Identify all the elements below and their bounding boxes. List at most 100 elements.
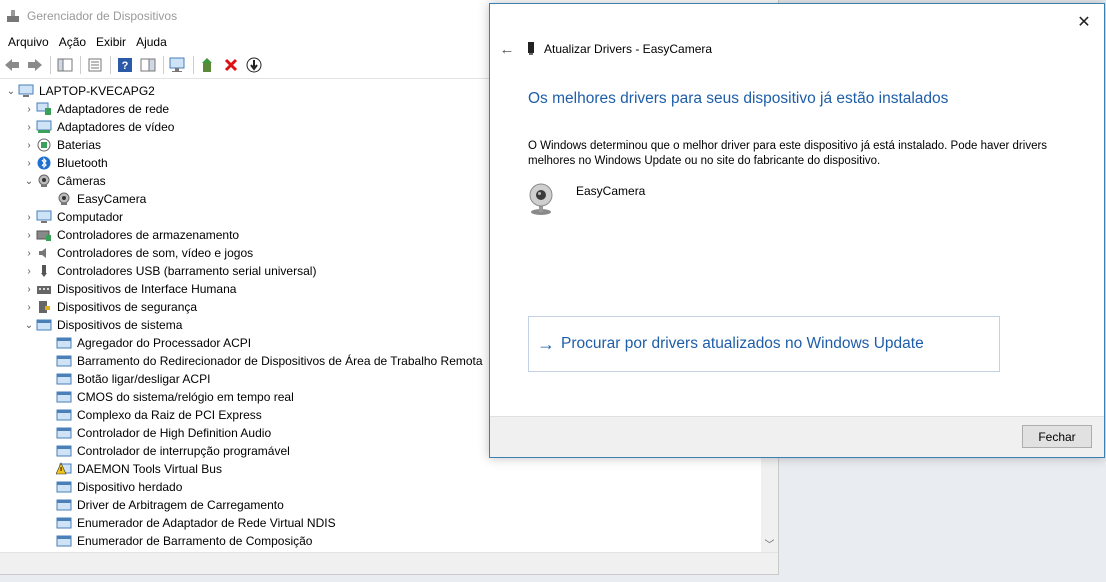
chevron-right-icon[interactable]: › [22, 244, 36, 262]
dialog-description: O Windows determinou que o melhor driver… [528, 140, 1048, 167]
chevron-right-icon[interactable]: › [22, 280, 36, 298]
tree-item-label: EasyCamera [77, 192, 147, 206]
usb-icon [36, 263, 52, 279]
tree-item-label: DAEMON Tools Virtual Bus [77, 462, 222, 476]
tree-item-label: Enumerador de Barramento de Composição [77, 534, 313, 548]
show-hide-console-tree-icon[interactable] [55, 55, 75, 75]
tree-item-label: Barramento do Redirecionador de Disposit… [77, 354, 483, 368]
chevron-right-icon[interactable]: › [22, 100, 36, 118]
device-manager-icon [6, 9, 20, 23]
tree-item-label: Baterias [57, 138, 102, 152]
keyboard-icon [36, 281, 52, 297]
chevron-right-icon[interactable]: › [22, 226, 36, 244]
display-adapter-icon [36, 119, 52, 135]
dialog-title: Atualizar Drivers - EasyCamera [544, 42, 713, 56]
tree-child-item[interactable]: Driver de Arbitragem de Carregamento [0, 496, 760, 514]
uninstall-device-icon[interactable] [221, 55, 241, 75]
chevron-down-icon[interactable]: ⌄ [22, 316, 36, 334]
security-icon [36, 299, 52, 315]
svg-text:?: ? [122, 60, 129, 72]
device-small-icon [526, 41, 536, 58]
sound-icon [36, 245, 52, 261]
chevron-right-icon[interactable]: › [22, 136, 36, 154]
tree-item-label: Bluetooth [57, 156, 108, 170]
system-device-icon [56, 389, 72, 405]
disable-device-icon[interactable] [244, 55, 264, 75]
chevron-right-icon[interactable]: › [22, 154, 36, 172]
tree-item-label: Complexo da Raiz de PCI Express [77, 408, 262, 422]
tree-child-item[interactable]: Dispositivo herdado [0, 478, 760, 496]
tree-item-label: Botão ligar/desligar ACPI [77, 372, 211, 386]
tree-child-item[interactable]: Enumerador de Barramento de Composição [0, 532, 760, 550]
arrow-right-icon: → [537, 333, 555, 354]
tree-item-label: Controlador de interrupção programável [77, 444, 290, 458]
scroll-down-icon[interactable]: ﹀ [761, 535, 778, 552]
device-info: EasyCamera [528, 182, 645, 219]
system-device-icon [56, 353, 72, 369]
close-button[interactable]: Fechar [1022, 425, 1092, 448]
camera-icon [36, 173, 52, 189]
chevron-right-icon[interactable]: › [22, 208, 36, 226]
tree-item-label: Agregador do Processador ACPI [77, 336, 252, 350]
windows-update-link[interactable]: → Procurar por drivers atualizados no Wi… [528, 316, 1000, 372]
action-pane-icon[interactable] [138, 55, 158, 75]
tree-item-label: Adaptadores de vídeo [57, 120, 175, 134]
status-bar [0, 552, 778, 574]
window-title: Gerenciador de Dispositivos [27, 9, 178, 23]
tree-item-label: Dispositivos de segurança [57, 300, 198, 314]
back-icon[interactable] [2, 55, 22, 75]
tree-child-item[interactable]: DAEMON Tools Virtual Bus [0, 460, 760, 478]
tree-item-label: Controladores de armazenamento [57, 228, 240, 242]
menu-acao[interactable]: Ação [54, 35, 91, 49]
tree-item-label: Adaptadores de rede [57, 102, 170, 116]
menu-arquivo[interactable]: Arquivo [3, 35, 54, 49]
dialog-heading: Os melhores drivers para seus dispositiv… [528, 90, 949, 107]
properties-icon[interactable] [85, 55, 105, 75]
update-drivers-dialog: ✕ ← Atualizar Drivers - EasyCamera Os me… [489, 3, 1105, 458]
bluetooth-icon [36, 155, 52, 171]
network-icon [36, 101, 52, 117]
dialog-footer: Fechar [490, 416, 1104, 457]
update-driver-icon[interactable] [198, 55, 218, 75]
back-arrow-icon[interactable]: ← [498, 40, 516, 58]
tree-item-label: CMOS do sistema/relógio em tempo real [77, 390, 294, 404]
system-device-icon [56, 371, 72, 387]
system-folder-icon [36, 317, 52, 333]
battery-icon [36, 137, 52, 153]
webcam-icon [528, 182, 554, 219]
warning-icon [56, 461, 72, 477]
help-icon[interactable]: ? [115, 55, 135, 75]
tree-item-label: Controlador de High Definition Audio [77, 426, 272, 440]
system-device-icon [56, 533, 72, 549]
chevron-right-icon[interactable]: › [22, 262, 36, 280]
webcam-icon [56, 191, 72, 207]
tree-item-label: Dispositivo herdado [77, 480, 183, 494]
tree-item-label: Computador [57, 210, 124, 224]
menu-ajuda[interactable]: Ajuda [131, 35, 172, 49]
forward-icon[interactable] [25, 55, 45, 75]
windows-update-link-label: Procurar por drivers atualizados no Wind… [561, 335, 924, 352]
system-device-icon [56, 515, 72, 531]
close-icon[interactable]: ✕ [1072, 10, 1096, 34]
system-device-icon [56, 425, 72, 441]
computer-icon [18, 83, 34, 99]
chevron-right-icon[interactable]: › [22, 118, 36, 136]
chevron-down-icon[interactable]: ⌄ [22, 172, 36, 190]
menu-exibir[interactable]: Exibir [91, 35, 131, 49]
tree-item-label: Enumerador de Adaptador de Rede Virtual … [77, 516, 336, 530]
tree-item-label: Câmeras [57, 174, 106, 188]
chevron-right-icon[interactable]: › [22, 298, 36, 316]
tree-item-label: Dispositivos de Interface Humana [57, 282, 237, 296]
tree-item-label: Controladores de som, vídeo e jogos [57, 246, 254, 260]
system-device-icon [56, 497, 72, 513]
chevron-down-icon[interactable]: ⌄ [4, 82, 18, 100]
tree-child-item[interactable]: Enumerador de Adaptador de Rede Virtual … [0, 514, 760, 532]
tree-item-label: Driver de Arbitragem de Carregamento [77, 498, 284, 512]
system-device-icon [56, 335, 72, 351]
computer-icon [36, 209, 52, 225]
dialog-header: ← Atualizar Drivers - EasyCamera [498, 40, 713, 58]
tree-item-label: Dispositivos de sistema [57, 318, 183, 332]
system-device-icon [56, 407, 72, 423]
device-name: EasyCamera [576, 184, 646, 198]
scan-hardware-icon[interactable] [168, 55, 188, 75]
